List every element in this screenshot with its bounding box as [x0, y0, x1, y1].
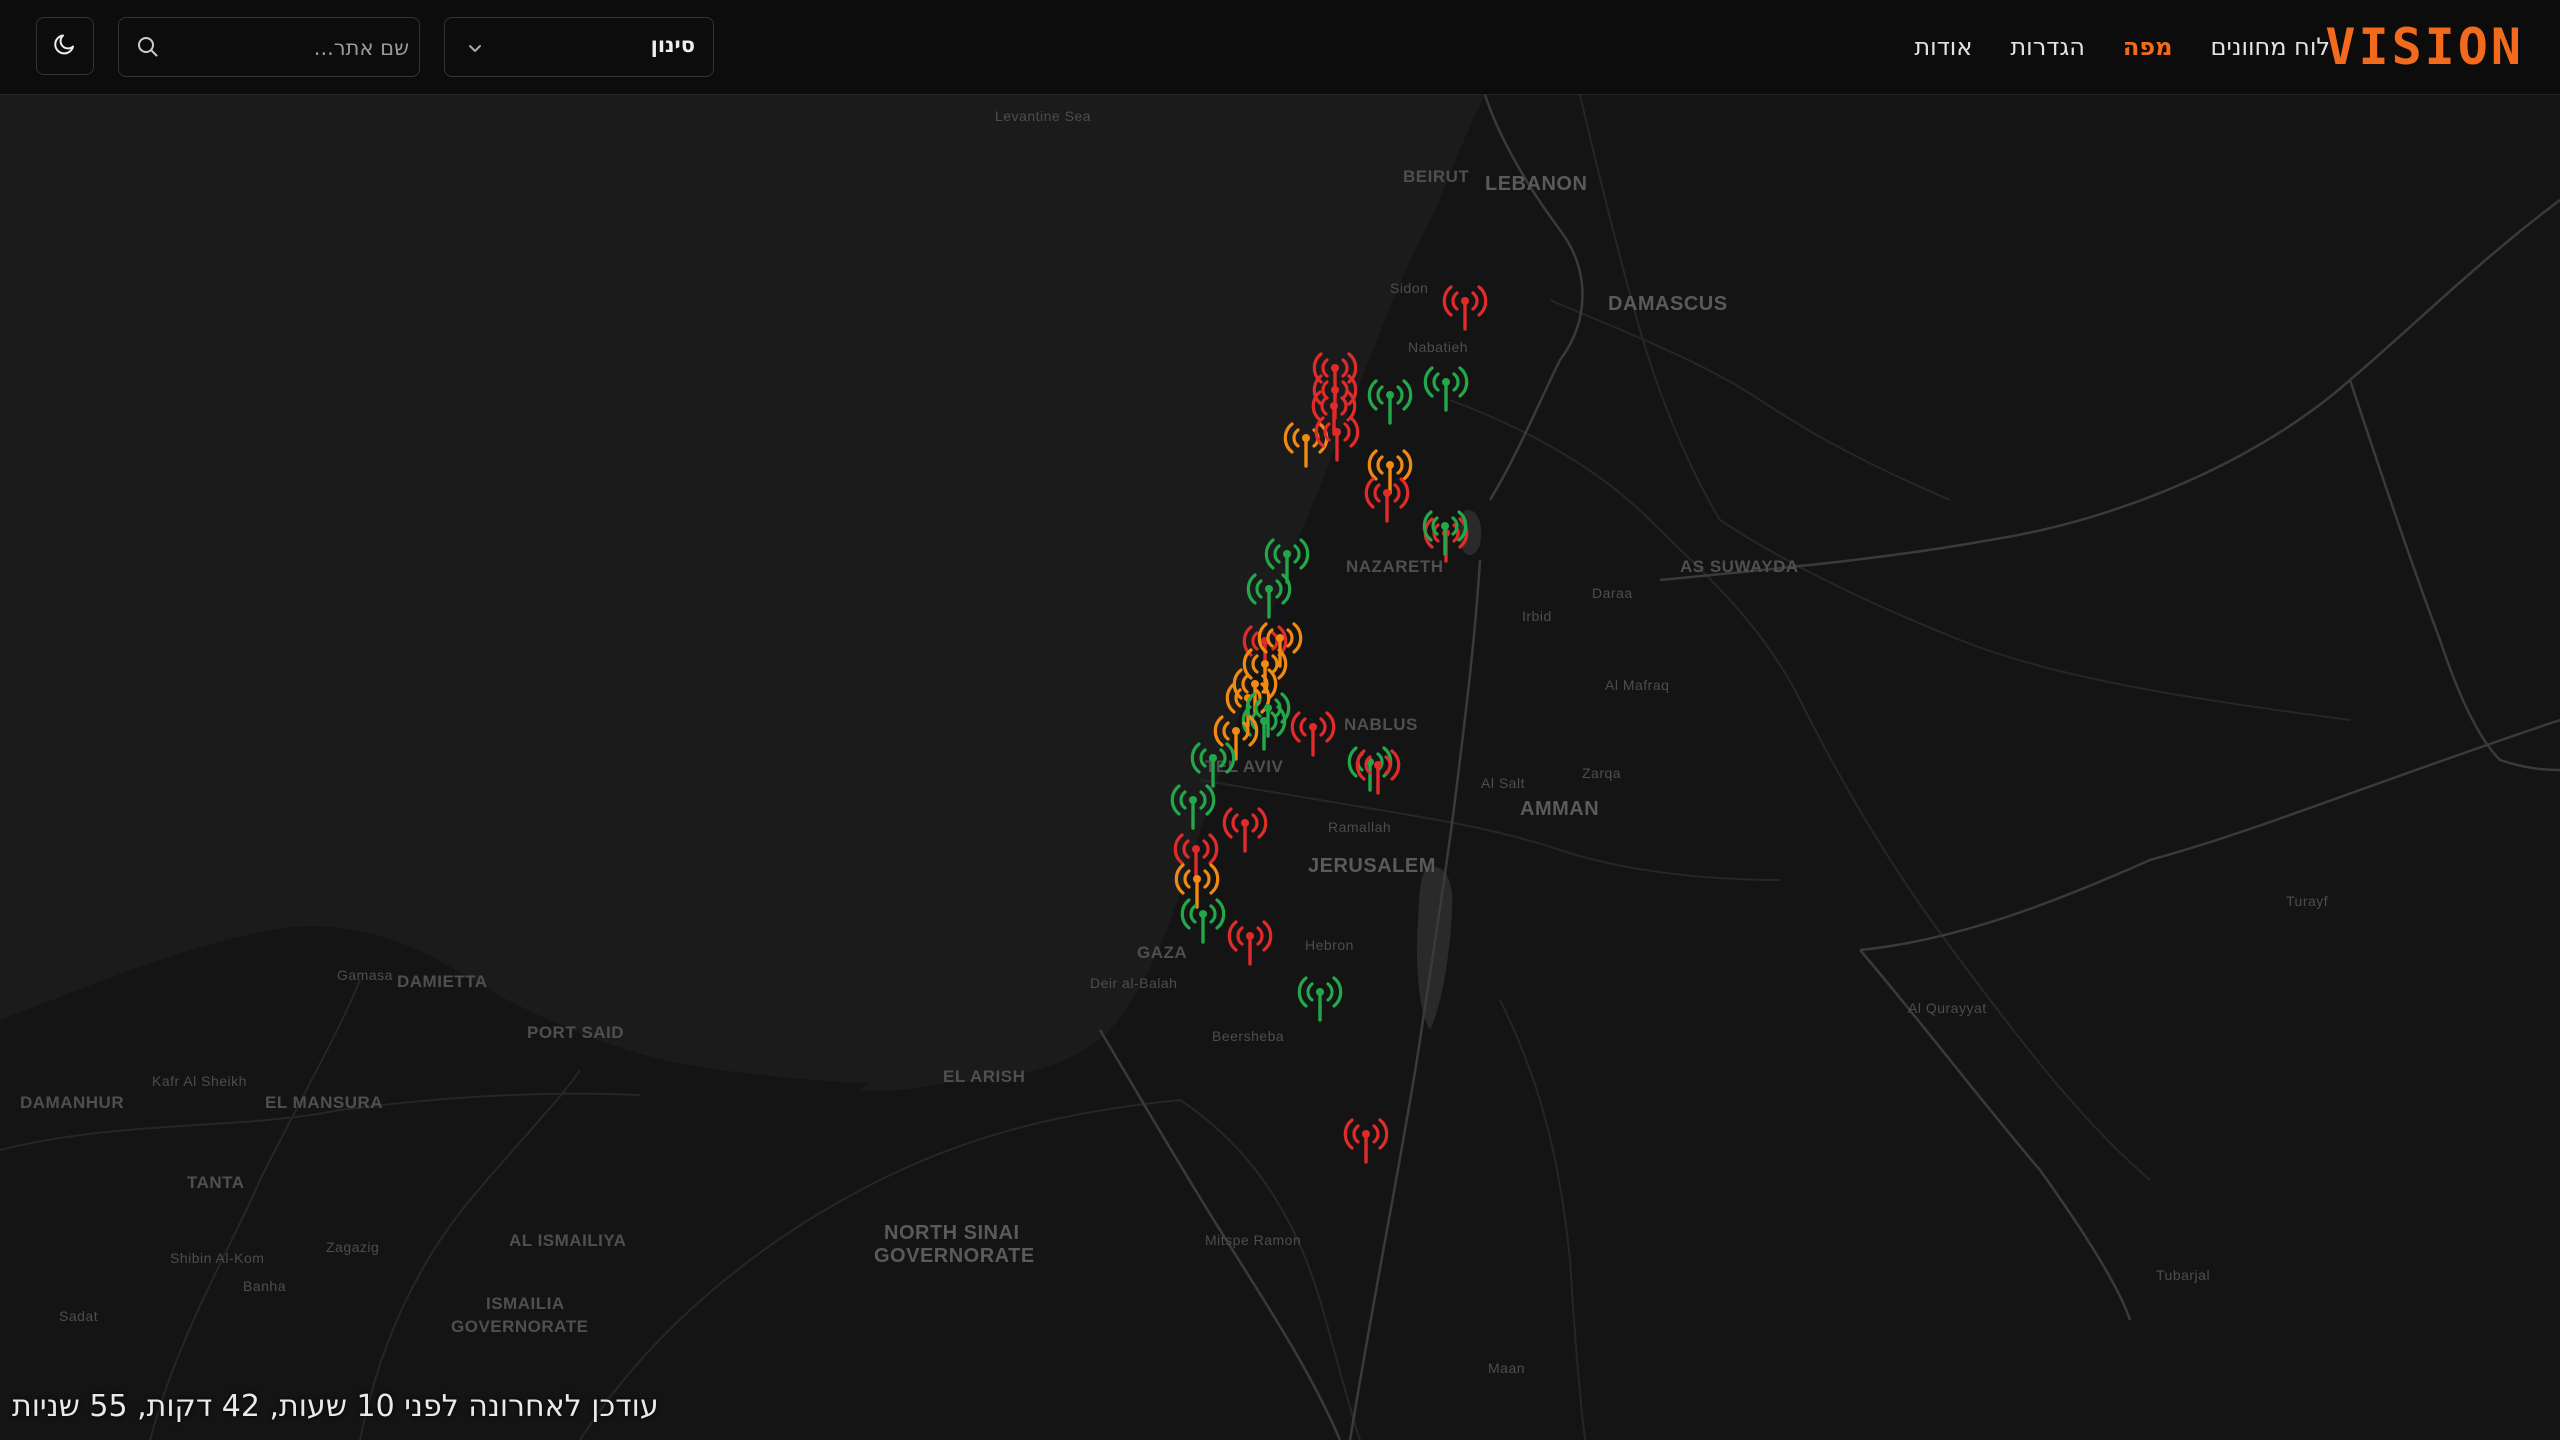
map-label-nablus: NABLUS — [1344, 715, 1418, 734]
map-label-north-sinai-1: NORTH SINAI — [884, 1222, 1020, 1244]
antenna-icon[interactable] — [1308, 382, 1360, 438]
map-label-kafr-al-sheikh: Kafr Al Sheikh — [152, 1073, 247, 1089]
map-label-sadat: Sadat — [59, 1308, 99, 1324]
map-label-mitspe-ramon: Mitspe Ramon — [1205, 1232, 1302, 1248]
antenna-icon[interactable] — [1361, 469, 1413, 525]
antenna-icon[interactable] — [1219, 799, 1271, 855]
antenna-icon[interactable] — [1364, 371, 1416, 427]
map-label-ramallah: Ramallah — [1328, 819, 1392, 835]
map-label-banha: Banha — [243, 1278, 286, 1294]
map-label-amman: AMMAN — [1520, 798, 1600, 820]
map-label-damanhur: DAMANHUR — [20, 1093, 125, 1112]
map-label-sidon: Sidon — [1390, 280, 1429, 296]
antenna-icon[interactable] — [1287, 703, 1339, 759]
vision-logo[interactable]: VISION — [2325, 18, 2524, 76]
map-label-maan: Maan — [1488, 1360, 1526, 1376]
map-label-lebanon: LEBANON — [1485, 173, 1588, 195]
map-label-al-qurayyat: Al Qurayyat — [1908, 1000, 1987, 1016]
map-label-daraa: Daraa — [1592, 585, 1633, 601]
map-label-tubarjal: Tubarjal — [2156, 1267, 2211, 1283]
map-label-zagazig: Zagazig — [326, 1239, 380, 1255]
antenna-icon[interactable] — [1294, 968, 1346, 1024]
antenna-icon[interactable] — [1352, 741, 1404, 797]
filter-label: סינון — [650, 33, 695, 57]
map-label-tanta: TANTA — [187, 1173, 245, 1192]
map-label-jerusalem: JERUSALEM — [1308, 855, 1436, 877]
moon-icon — [52, 31, 78, 61]
antenna-icon[interactable] — [1167, 776, 1219, 832]
map-label-gamasa: Gamasa — [337, 967, 393, 983]
map-label-ismailia-2: GOVERNORATE — [451, 1317, 589, 1336]
search-icon — [137, 36, 159, 62]
map-label-hebron: Hebron — [1305, 937, 1354, 953]
map-label-damascus: DAMASCUS — [1608, 293, 1728, 315]
filter-select[interactable]: סינון — [444, 17, 714, 77]
map-label-el-arish: EL ARISH — [943, 1067, 1026, 1086]
antenna-icon[interactable] — [1439, 277, 1491, 333]
top-nav-bar: VISION לוח מחוונים מפה הגדרות אודות סינו… — [0, 0, 2560, 95]
chevron-down-icon — [465, 38, 485, 62]
map-label-nabatieh: Nabatieh — [1408, 339, 1469, 355]
nav-settings[interactable]: הגדרות — [2010, 26, 2085, 68]
map-label-irbid: Irbid — [1522, 608, 1552, 624]
map-label-beersheba: Beersheba — [1212, 1028, 1285, 1044]
antenna-icon[interactable] — [1340, 1110, 1392, 1166]
site-search — [118, 17, 420, 78]
nav-about[interactable]: אודות — [1914, 26, 1972, 68]
map-label-shibin: Shibin Al-Kom — [170, 1250, 265, 1266]
antenna-icon[interactable] — [1420, 358, 1472, 414]
nav-dashboard[interactable]: לוח מחוונים — [2211, 26, 2330, 68]
map-label-beirut: BEIRUT — [1403, 167, 1470, 186]
map-view[interactable]: Levantine Sea BEIRUT LEBANON Sidon Nabat… — [0, 95, 2560, 1440]
antenna-icon[interactable] — [1419, 502, 1471, 558]
map-label-al-salt: Al Salt — [1481, 775, 1525, 791]
map-label-al-mafraq: Al Mafraq — [1605, 677, 1670, 693]
search-input[interactable] — [169, 18, 411, 78]
map-label-damietta: DAMIETTA — [397, 972, 488, 991]
map-label-deir-al-balah: Deir al-Balah — [1090, 975, 1178, 991]
antenna-icon[interactable] — [1224, 912, 1276, 968]
map-label-as-suwayda: AS SUWAYDA — [1680, 557, 1799, 576]
map-label-turayf: Turayf — [2286, 893, 2329, 909]
nav-map[interactable]: מפה — [2123, 26, 2173, 68]
map-label-port-said: PORT SAID — [527, 1023, 625, 1042]
map-label-ismailia-1: ISMAILIA — [486, 1294, 565, 1313]
main-nav: לוח מחוונים מפה הגדרות אודות — [1914, 26, 2330, 68]
antenna-icon[interactable] — [1177, 890, 1229, 946]
map-label-al-ismailiya: AL ISMAILIYA — [509, 1231, 627, 1250]
last-updated-status: עודכן לאחרונה לפני 10 שעות, 42 דקות, 55 … — [12, 1389, 659, 1424]
theme-toggle-button[interactable] — [36, 17, 94, 75]
map-label-el-mansura: EL MANSURA — [265, 1093, 384, 1112]
map-label-sea: Levantine Sea — [995, 108, 1092, 124]
antenna-icon[interactable] — [1243, 565, 1295, 621]
map-label-north-sinai-2: GOVERNORATE — [874, 1245, 1035, 1267]
map-label-zarqa: Zarqa — [1582, 765, 1622, 781]
